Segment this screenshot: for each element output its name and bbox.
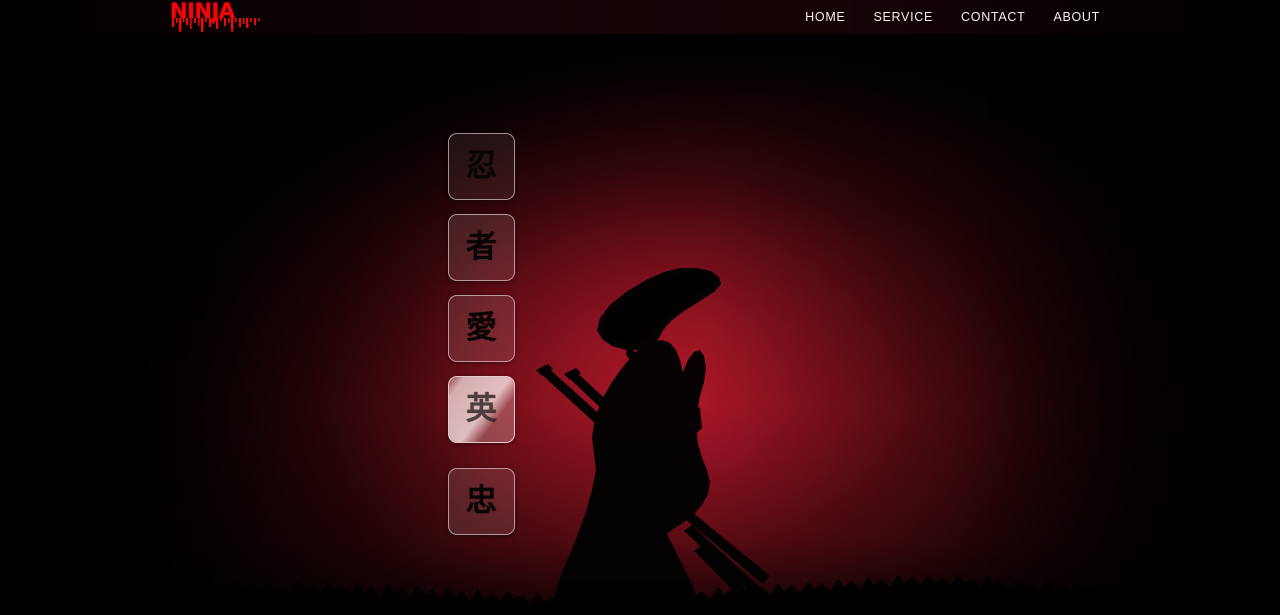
kanji-card-rail: 忍 者 愛 英 忠 bbox=[448, 133, 515, 535]
nav-item-about[interactable]: ABOUT bbox=[1039, 0, 1114, 34]
kanji-card-nin[interactable]: 忍 bbox=[448, 133, 515, 200]
kanji-card-chuu[interactable]: 忠 bbox=[448, 468, 515, 535]
main-navigation: HOME SERVICE CONTACT ABOUT bbox=[791, 0, 1280, 34]
kanji-glyph-ei: 英 bbox=[466, 391, 497, 427]
nav-item-home[interactable]: HOME bbox=[791, 0, 859, 34]
background-vignette bbox=[0, 0, 1280, 615]
kanji-glyph-chuu: 忠 bbox=[466, 483, 497, 519]
kanji-card-ei[interactable]: 英 bbox=[448, 376, 515, 443]
nav-item-service[interactable]: SERVICE bbox=[859, 0, 947, 34]
kanji-glyph-nin: 忍 bbox=[466, 148, 497, 184]
logo-text: NINJA bbox=[170, 0, 235, 23]
site-logo[interactable]: NINJA bbox=[170, 1, 290, 33]
kanji-glyph-sha: 者 bbox=[466, 229, 497, 265]
kanji-card-ai[interactable]: 愛 bbox=[448, 295, 515, 362]
top-navigation-bar: NINJA HOME SERVICE CONTACT ABOUT bbox=[0, 0, 1280, 34]
kanji-glyph-ai: 愛 bbox=[466, 310, 497, 346]
kanji-card-sha[interactable]: 者 bbox=[448, 214, 515, 281]
page-stage: NINJA HOME SERVICE CONTACT ABOUT 忍 者 愛 英… bbox=[0, 0, 1280, 615]
nav-item-contact[interactable]: CONTACT bbox=[947, 0, 1039, 34]
